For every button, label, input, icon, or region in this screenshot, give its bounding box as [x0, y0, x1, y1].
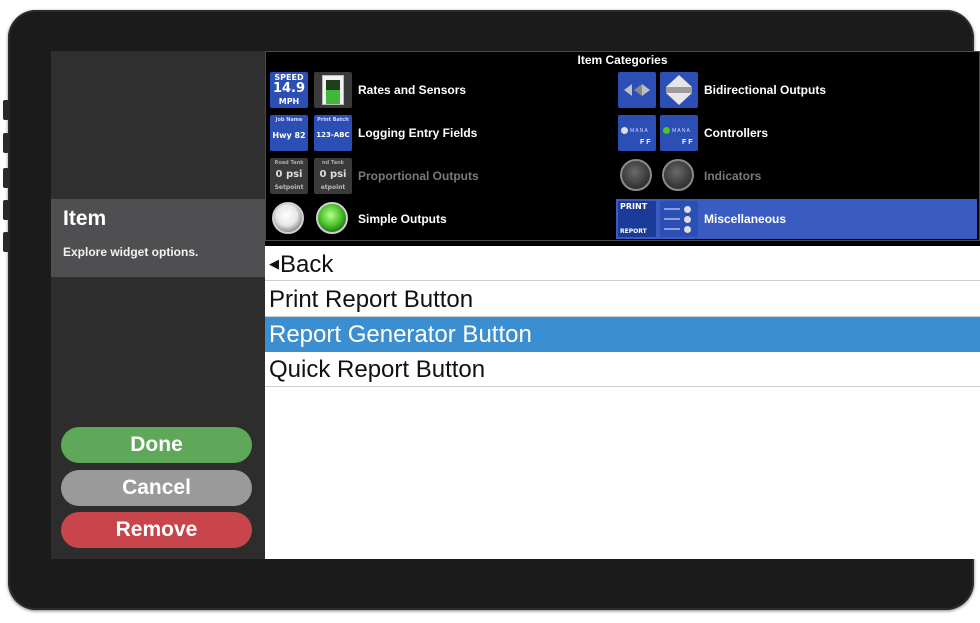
road-tank-sub: Setpoint: [274, 184, 304, 191]
side-button: [3, 232, 9, 252]
double-arrow-icon: [618, 72, 656, 108]
category-label: Bidirectional Outputs: [704, 83, 827, 97]
round-button-icon: [316, 202, 348, 234]
cancel-button[interactable]: Cancel: [61, 470, 252, 506]
pressure-setpoint-icon: Road Tank 0 psi Setpoint: [270, 158, 308, 194]
tank2-label: nd Tank: [322, 160, 344, 166]
print-batch-value: 123-ABC: [316, 131, 350, 139]
left-panel-top: [51, 51, 265, 199]
up-down-arrow-icon: [660, 72, 698, 108]
list-item[interactable]: Print Report Button: [265, 282, 980, 317]
category-controllers[interactable]: M A N A F F M A N A F F Controllers: [616, 113, 977, 153]
speed-unit: MPH: [278, 97, 300, 106]
category-indicators[interactable]: Indicators: [616, 156, 977, 196]
list-item-label: Report Generator Button: [269, 321, 532, 348]
side-button: [3, 200, 9, 220]
screen: Item Explore widget options. Done Cancel…: [51, 51, 980, 559]
done-button[interactable]: Done: [61, 427, 252, 463]
back-label: Back: [280, 251, 334, 278]
category-simple-outputs[interactable]: Simple Outputs: [268, 199, 608, 239]
list-item[interactable]: Report Generator Button: [265, 317, 980, 352]
panel-title: Item: [63, 207, 107, 230]
print-report-bottom: REPORT: [620, 228, 647, 235]
category-label: Indicators: [704, 169, 762, 183]
print-batch-label: Print Batch: [317, 117, 349, 123]
road-tank-value: 0 psi: [275, 169, 303, 180]
category-label: Controllers: [704, 126, 769, 140]
job-name-field-icon: Job Name Hwy 82: [270, 115, 308, 151]
speed-gauge-icon: SPEED 14.9 MPH: [270, 72, 308, 108]
category-label: Logging Entry Fields: [358, 126, 478, 140]
controller-switch-icon: M A N A F F: [660, 115, 698, 151]
tank2-sub: etpoint: [320, 184, 346, 191]
side-button: [3, 133, 9, 153]
category-logging-entry-fields[interactable]: Job Name Hwy 82 Print Batch 123-ABC Logg…: [268, 113, 608, 153]
list-item[interactable]: Quick Report Button: [265, 352, 980, 387]
list-item-label: Quick Report Button: [269, 356, 486, 383]
indicator-light-icon: [620, 159, 652, 191]
category-miscellaneous[interactable]: PRINT REPORT Miscellaneous: [616, 199, 977, 239]
category-label: Rates and Sensors: [358, 83, 467, 97]
remove-button[interactable]: Remove: [61, 512, 252, 548]
panel-subtitle: Explore widget options.: [63, 245, 199, 259]
triangle-left-icon: ◀: [269, 256, 279, 271]
job-name-label: Job Name: [275, 117, 303, 123]
indicator-light-icon: [662, 159, 694, 191]
category-proportional-outputs[interactable]: Road Tank 0 psi Setpoint nd Tank 0 psi e…: [268, 156, 608, 196]
list-item-label: Print Report Button: [269, 286, 474, 313]
category-label: Simple Outputs: [358, 212, 447, 226]
pressure-setpoint-icon: nd Tank 0 psi etpoint: [314, 158, 352, 194]
widget-list: ◀Back Print Report Button Report Generat…: [265, 246, 980, 559]
print-batch-field-icon: Print Batch 123-ABC: [314, 115, 352, 151]
item-categories: Item Categories SPEED 14.9 MPH Rates and…: [265, 51, 980, 241]
back-item[interactable]: ◀Back: [265, 246, 980, 281]
category-bidirectional-outputs[interactable]: Bidirectional Outputs: [616, 70, 977, 110]
print-report-top: PRINT: [620, 202, 648, 211]
side-button: [3, 168, 9, 188]
round-button-icon: [272, 202, 304, 234]
category-label: Miscellaneous: [704, 212, 787, 226]
speed-value: 14.9: [272, 81, 306, 96]
road-tank-label: Road Tank: [274, 160, 304, 166]
controller-switch-icon: M A N A F F: [618, 115, 656, 151]
left-panel-header: Item Explore widget options.: [51, 199, 265, 277]
options-list-icon: [660, 201, 698, 237]
job-name-value: Hwy 82: [272, 131, 306, 140]
print-report-icon: PRINT REPORT: [618, 201, 656, 237]
side-button: [3, 100, 9, 120]
categories-title: Item Categories: [577, 53, 668, 67]
category-rates-and-sensors[interactable]: SPEED 14.9 MPH Rates and Sensors: [268, 70, 608, 110]
left-panel: Item Explore widget options. Done Cancel…: [51, 51, 265, 559]
bar-gauge-icon: [314, 72, 352, 108]
tank2-value: 0 psi: [319, 169, 347, 180]
category-label: Proportional Outputs: [358, 169, 479, 183]
